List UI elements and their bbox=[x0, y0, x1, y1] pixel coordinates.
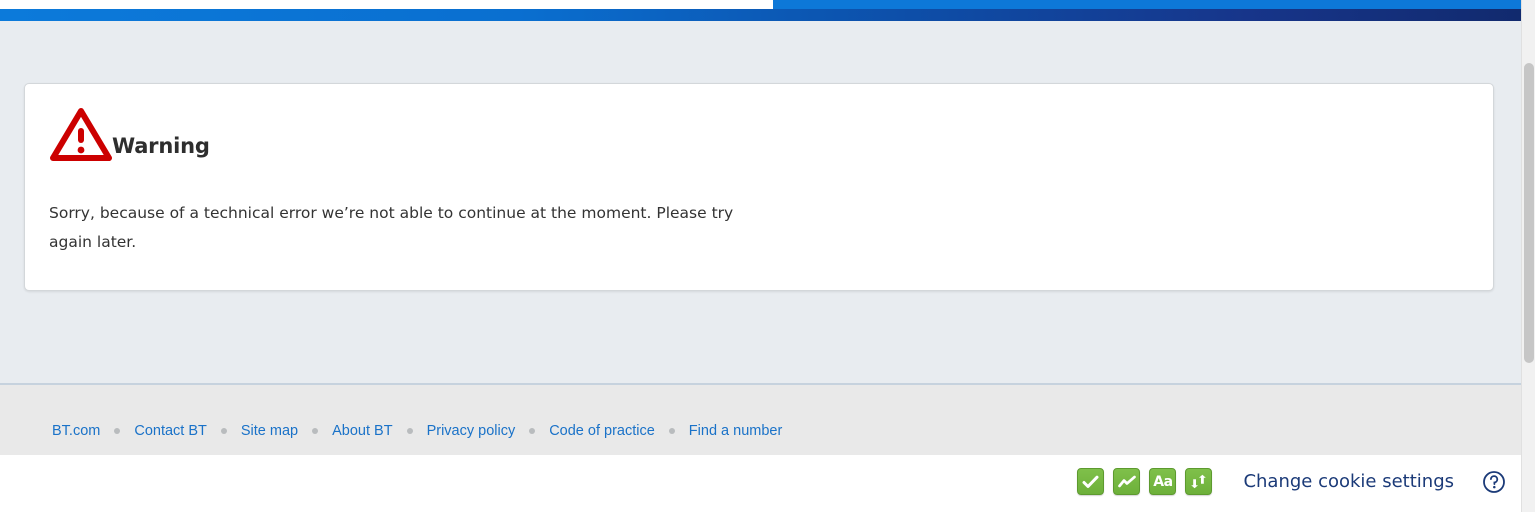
footer-link-privacy-policy[interactable]: Privacy policy bbox=[427, 423, 516, 439]
warning-header: Warning bbox=[49, 106, 210, 164]
page-viewport: Warning Sorry, because of a technical er… bbox=[0, 0, 1521, 512]
content-area: Warning Sorry, because of a technical er… bbox=[0, 21, 1521, 383]
top-bar-blue-strip bbox=[773, 0, 1521, 9]
warning-message: Sorry, because of a technical error we’r… bbox=[49, 204, 734, 251]
change-cookie-settings-link[interactable]: Change cookie settings bbox=[1243, 471, 1454, 492]
accessibility-swap-button[interactable] bbox=[1185, 468, 1213, 495]
bottom-bar: Aa Change cookie settings bbox=[0, 455, 1521, 512]
footer-link-contact-bt[interactable]: Contact BT bbox=[134, 423, 207, 439]
vertical-scrollbar[interactable] bbox=[1521, 0, 1535, 512]
accessibility-toolbar: Aa Change cookie settings bbox=[1077, 468, 1506, 495]
warning-triangle-icon bbox=[49, 106, 113, 164]
warning-card: Warning Sorry, because of a technical er… bbox=[24, 83, 1494, 291]
footer-link-separator-dot-icon bbox=[668, 428, 675, 434]
footer-link-find-a-number[interactable]: Find a number bbox=[689, 423, 783, 439]
footer-link-site-map[interactable]: Site map bbox=[241, 423, 298, 439]
footer-link-list: BT.com Contact BT Site map About BT Priv… bbox=[52, 423, 782, 439]
accessibility-check-button[interactable] bbox=[1077, 468, 1105, 495]
question-mark-circle-icon[interactable] bbox=[1482, 470, 1506, 494]
footer-links-band: BT.com Contact BT Site map About BT Priv… bbox=[0, 385, 1521, 455]
footer-link-separator-dot-icon bbox=[312, 428, 319, 434]
text-size-button[interactable]: Aa bbox=[1149, 468, 1177, 495]
text-size-aa-icon: Aa bbox=[1153, 473, 1173, 490]
accessibility-contrast-button[interactable] bbox=[1113, 468, 1141, 495]
top-bar-gradient bbox=[0, 9, 1521, 21]
footer-link-separator-dot-icon bbox=[114, 428, 121, 434]
warning-title: Warning bbox=[112, 134, 210, 158]
footer-link-separator-dot-icon bbox=[220, 428, 227, 434]
footer-link-about-bt[interactable]: About BT bbox=[332, 423, 392, 439]
footer-link-bt-com[interactable]: BT.com bbox=[52, 423, 100, 439]
checkmark-icon bbox=[1082, 475, 1099, 489]
zigzag-line-icon bbox=[1118, 475, 1136, 489]
footer-link-separator-dot-icon bbox=[406, 428, 413, 434]
scrollbar-thumb[interactable] bbox=[1524, 63, 1534, 363]
footer-link-code-of-practice[interactable]: Code of practice bbox=[549, 423, 655, 439]
footer-link-separator-dot-icon bbox=[529, 428, 536, 434]
swap-arrows-icon bbox=[1190, 474, 1207, 489]
